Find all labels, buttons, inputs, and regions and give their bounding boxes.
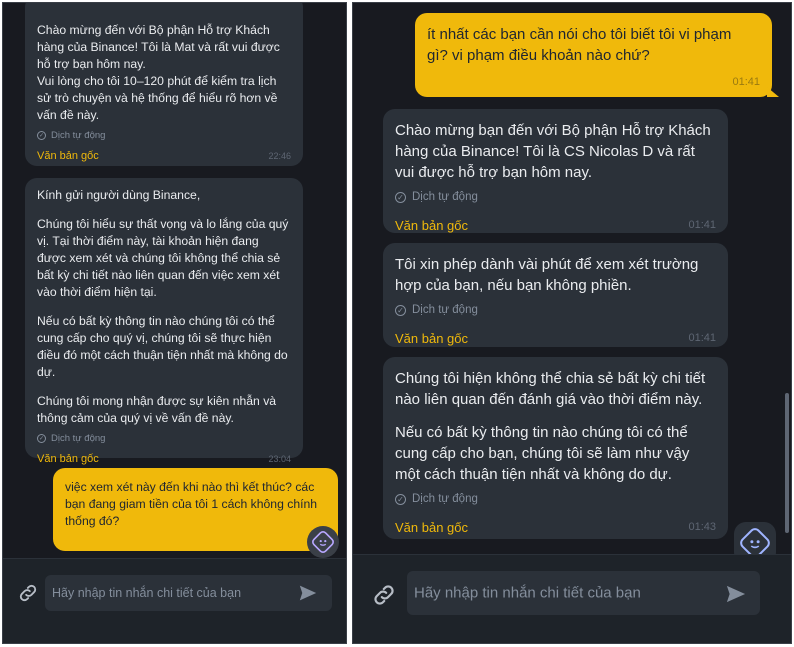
original-text-link[interactable]: Văn bản gốc [395, 517, 468, 538]
message-text: ít nhất các bạn cần nói cho tôi biết tôi… [427, 26, 732, 64]
original-text-link[interactable]: Văn bản gốc [37, 148, 99, 165]
check-circle-icon: ✓ [395, 494, 406, 505]
message-text: Chúng tôi mong nhận được sự kiên nhẫn và… [37, 394, 277, 425]
message-text: Nếu có bất kỳ thông tin nào chúng tôi có… [37, 314, 288, 379]
attach-button[interactable] [17, 582, 39, 609]
auto-translate-label: ✓ Dịch tự động [37, 130, 106, 141]
link-icon [374, 585, 394, 605]
send-button[interactable] [725, 584, 747, 609]
message-text: việc xem xét này đến khi nào thì kết thú… [65, 480, 318, 528]
agent-message: Chào mừng bạn đến với Bộ phận Hỗ trợ Khá… [383, 109, 728, 233]
check-circle-icon: ✓ [395, 192, 406, 203]
original-text-link[interactable]: Văn bản gốc [395, 215, 468, 236]
message-time: 01:41 [688, 332, 716, 344]
user-message: việc xem xét này đến khi nào thì kết thú… [53, 468, 338, 551]
message-time: 22:46 [268, 151, 291, 161]
message-text: Kính gửi người dùng Binance, [37, 188, 201, 202]
original-text-link[interactable]: Văn bản gốc [37, 451, 99, 468]
ai-assistant-icon [740, 528, 770, 556]
agent-message: Chúng tôi hiện không thể chia sẻ bất kỳ … [383, 357, 728, 539]
message-input[interactable]: Hãy nhập tin nhắn chi tiết của bạn [407, 571, 760, 615]
auto-translate-label: ✓ Dịch tự động [395, 300, 716, 321]
check-circle-icon: ✓ [37, 131, 46, 140]
message-text: Nếu có bất kỳ thông tin nào chúng tôi có… [395, 424, 690, 483]
auto-translate-label: ✓ Dịch tự động [395, 489, 716, 510]
agent-message: Chào mừng đến với Bộ phận Hỗ trợ Khách h… [25, 3, 303, 166]
chat-panel-left: Chào mừng đến với Bộ phận Hỗ trợ Khách h… [2, 2, 347, 644]
message-feed[interactable]: Chào mừng đến với Bộ phận Hỗ trợ Khách h… [3, 3, 346, 560]
auto-translate-label: ✓ Dịch tự động [37, 433, 106, 444]
message-text: Chúng tôi hiện không thể chia sẻ bất kỳ … [395, 370, 706, 408]
check-circle-icon: ✓ [37, 434, 46, 443]
message-time: 01:41 [732, 76, 760, 88]
check-circle-icon: ✓ [395, 305, 406, 316]
send-button[interactable] [298, 584, 318, 607]
user-message: ít nhất các bạn cần nói cho tôi biết tôi… [415, 13, 779, 97]
auto-translate-label: ✓ Dịch tự động [395, 187, 716, 208]
assistant-button[interactable] [307, 526, 339, 558]
bubble-tail [767, 87, 779, 97]
scrollbar-thumb[interactable] [785, 393, 789, 533]
send-arrow-icon [299, 585, 317, 601]
message-input[interactable]: Hãy nhập tin nhắn chi tiết của bạn [45, 575, 332, 611]
assistant-button[interactable] [734, 522, 776, 556]
attach-button[interactable] [371, 582, 397, 613]
message-time: 01:43 [688, 521, 716, 533]
message-feed[interactable]: ít nhất các bạn cần nói cho tôi biết tôi… [353, 3, 791, 556]
message-time: 23:04 [268, 454, 291, 464]
send-arrow-icon [726, 585, 746, 603]
message-text: Chào mừng bạn đến với Bộ phận Hỗ trợ Khá… [395, 122, 711, 181]
message-composer: Hãy nhập tin nhắn chi tiết của bạn [3, 558, 346, 643]
message-time: 01:41 [688, 219, 716, 231]
original-text-link[interactable]: Văn bản gốc [395, 328, 468, 349]
message-text: Chào mừng đến với Bộ phận Hỗ trợ Khách h… [37, 23, 280, 122]
message-text: Chúng tôi hiểu sự thất vọng và lo lắng c… [37, 217, 289, 299]
message-composer: Hãy nhập tin nhắn chi tiết của bạn [353, 554, 791, 643]
chat-panel-right: ít nhất các bạn cần nói cho tôi biết tôi… [352, 2, 792, 644]
agent-message: Tôi xin phép dành vài phút để xem xét tr… [383, 243, 728, 347]
link-icon [19, 584, 37, 602]
message-text: Tôi xin phép dành vài phút để xem xét tr… [395, 256, 699, 294]
ai-assistant-icon [312, 531, 334, 553]
agent-message: Kính gửi người dùng Binance, Chúng tôi h… [25, 178, 303, 465]
